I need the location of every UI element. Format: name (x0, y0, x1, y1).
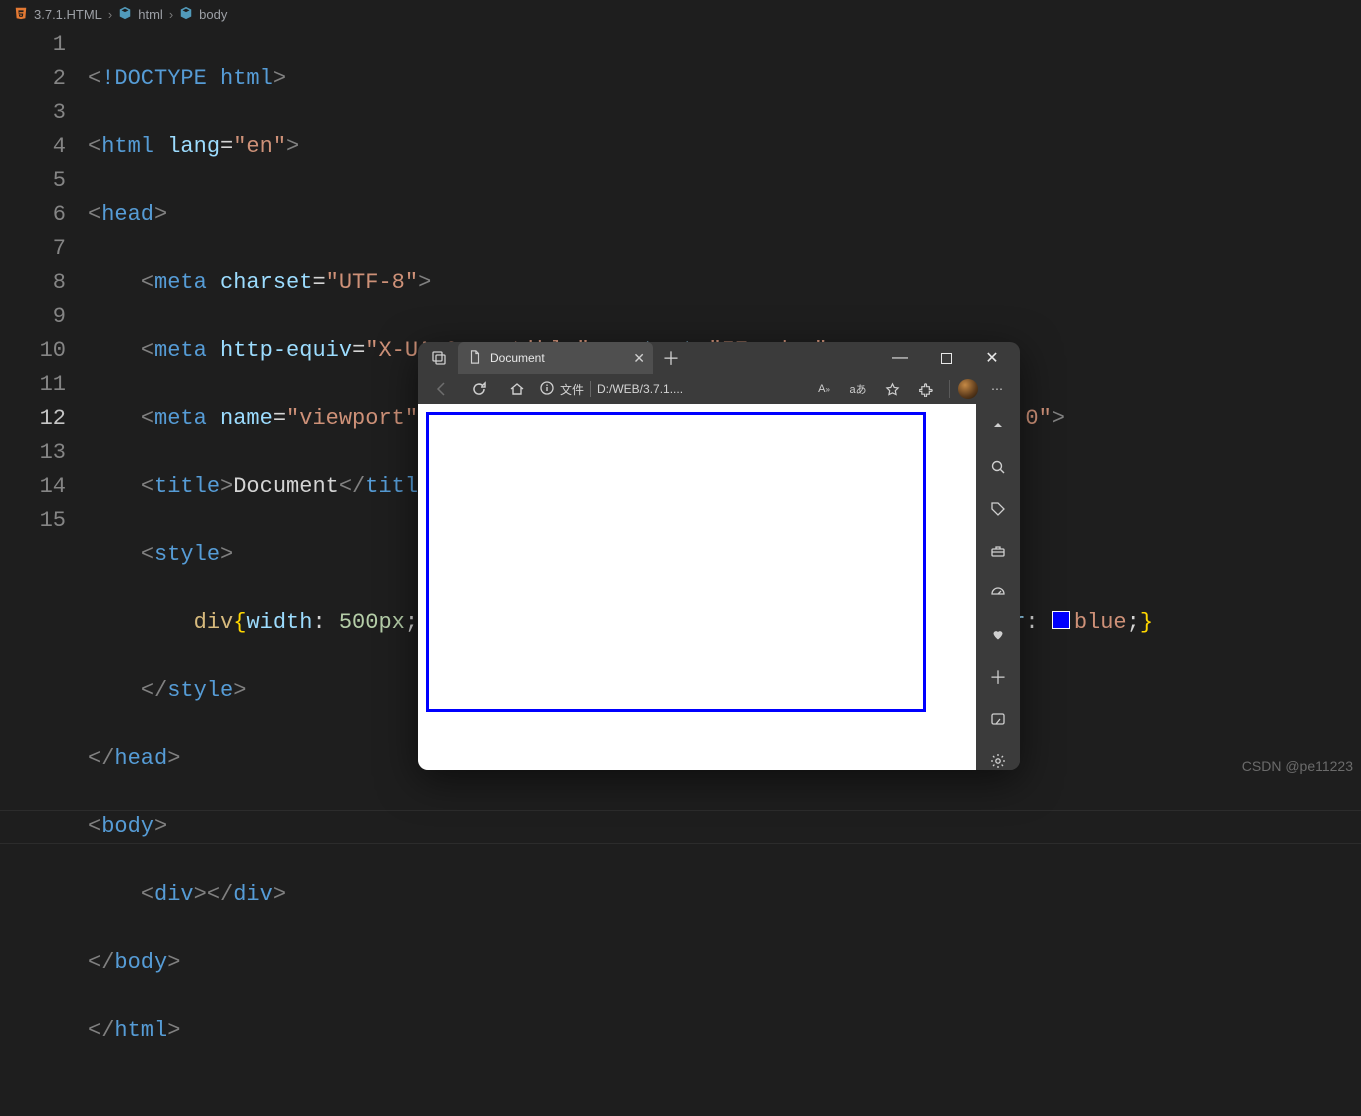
separator (590, 381, 591, 397)
heart-icon[interactable] (983, 620, 1013, 650)
line-number: 11 (0, 368, 66, 402)
maximize-button[interactable] (924, 343, 968, 373)
info-icon[interactable] (540, 381, 554, 398)
translate-icon[interactable]: aあ (843, 374, 873, 404)
search-icon[interactable] (983, 452, 1013, 482)
line-number: 13 (0, 436, 66, 470)
close-window-button[interactable]: ✕ (970, 343, 1014, 373)
browser-tab[interactable]: Document ✕ (458, 342, 653, 374)
html-file-icon (14, 6, 28, 23)
home-button[interactable] (502, 374, 532, 404)
line-number: 3 (0, 96, 66, 130)
favorites-icon[interactable] (877, 374, 907, 404)
tab-title: Document (490, 351, 545, 365)
close-tab-icon[interactable]: ✕ (633, 350, 645, 367)
url-path: D:/WEB/3.7.1.... (597, 382, 683, 396)
collapse-icon[interactable] (983, 410, 1013, 440)
back-button[interactable] (426, 374, 456, 404)
window-controls: — ✕ (878, 343, 1014, 373)
watermark: CSDN @pe11223 (1242, 758, 1353, 774)
browser-content-wrapper: ＋ (418, 404, 1020, 770)
line-number: 7 (0, 232, 66, 266)
separator (949, 380, 950, 398)
address-bar[interactable]: 文件 D:/WEB/3.7.1.... (540, 381, 683, 398)
minimize-button[interactable]: — (878, 343, 922, 373)
profile-avatar[interactable] (958, 379, 978, 399)
line-number: 8 (0, 266, 66, 300)
browser-tabbar: Document ✕ ＋ — ✕ (418, 342, 1020, 374)
browser-navbar: 文件 D:/WEB/3.7.1.... A» aあ ⋯ (418, 374, 1020, 404)
line-number: 9 (0, 300, 66, 334)
color-swatch[interactable] (1052, 611, 1070, 629)
document-icon (468, 350, 482, 367)
tab-actions-icon[interactable] (424, 343, 454, 373)
chevron-right-icon: › (108, 7, 112, 22)
more-button[interactable]: ⋯ (982, 374, 1012, 404)
breadcrumb-segment-html[interactable]: html (138, 7, 163, 22)
line-number: 6 (0, 198, 66, 232)
add-panel-icon[interactable]: ＋ (983, 662, 1013, 692)
screenshot-icon[interactable] (983, 704, 1013, 734)
line-number: 15 (0, 504, 66, 538)
new-tab-button[interactable]: ＋ (657, 344, 685, 372)
line-number-gutter: 1 2 3 4 5 6 7 8 9 10 11 12 13 14 15 (0, 28, 88, 1116)
breadcrumb: 3.7.1.HTML › html › body (0, 0, 1361, 28)
extensions-icon[interactable] (911, 374, 941, 404)
element-icon (179, 6, 193, 23)
performance-icon[interactable] (983, 578, 1013, 608)
browser-sidebar: ＋ (976, 404, 1020, 770)
line-number: 14 (0, 470, 66, 504)
chevron-right-icon: › (169, 7, 173, 22)
toolbox-icon[interactable] (983, 536, 1013, 566)
tag-icon[interactable] (983, 494, 1013, 524)
blue-bordered-div (426, 412, 926, 712)
settings-icon[interactable] (983, 746, 1013, 770)
breadcrumb-segment-body[interactable]: body (199, 7, 227, 22)
rendered-page[interactable] (418, 404, 976, 770)
breadcrumb-file[interactable]: 3.7.1.HTML (34, 7, 102, 22)
line-number: 4 (0, 130, 66, 164)
line-number: 12 (0, 402, 66, 436)
line-number: 1 (0, 28, 66, 62)
url-scheme-label: 文件 (560, 381, 584, 398)
element-icon (118, 6, 132, 23)
line-number: 5 (0, 164, 66, 198)
refresh-button[interactable] (464, 374, 494, 404)
line-number: 10 (0, 334, 66, 368)
read-aloud-icon[interactable]: A» (809, 374, 839, 404)
line-number: 2 (0, 62, 66, 96)
browser-window: Document ✕ ＋ — ✕ 文件 D:/WEB/3.7.1... (418, 342, 1020, 770)
